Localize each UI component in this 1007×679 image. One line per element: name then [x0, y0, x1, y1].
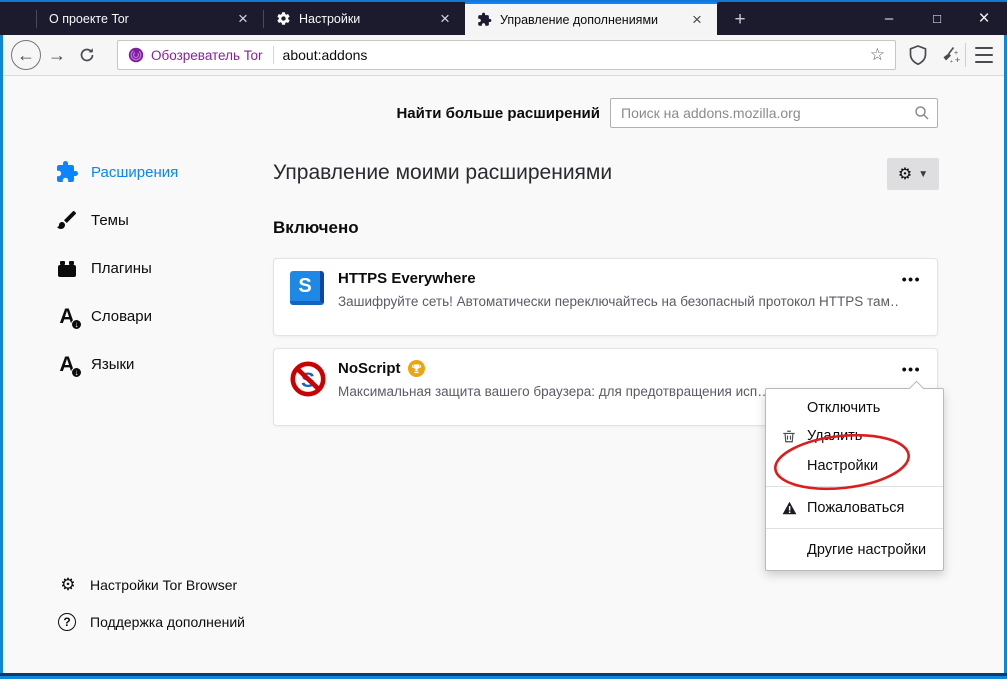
- new-tab-button[interactable]: +: [727, 8, 753, 32]
- https-everywhere-icon: S: [290, 271, 326, 307]
- window-bottom-border: [0, 673, 1007, 679]
- more-options-icon[interactable]: •••: [902, 361, 921, 377]
- forward-button[interactable]: →: [43, 40, 71, 70]
- sidebar-item-label: Языки: [91, 355, 135, 373]
- window-close-button[interactable]: ×: [963, 2, 1005, 35]
- toolbar-separator: [965, 43, 966, 67]
- hamburger-menu-icon[interactable]: [975, 47, 993, 63]
- reload-icon[interactable]: [73, 40, 101, 70]
- addon-context-menu: Отключить Удалить Настройки Пожаловаться…: [765, 380, 944, 571]
- menu-item-label: Настройки: [807, 457, 879, 474]
- recommended-trophy-icon: [407, 360, 425, 377]
- tab-label: О проекте Tor: [49, 11, 129, 26]
- page-title: Управление моими расширениями: [273, 161, 613, 184]
- search-icon: [915, 106, 929, 120]
- url-text[interactable]: about:addons: [283, 47, 860, 63]
- gear-icon: ⚙: [897, 166, 913, 183]
- tools-for-all-addons-button[interactable]: ⚙ ▼: [887, 158, 939, 190]
- addon-name[interactable]: NoScript: [338, 360, 401, 377]
- dictionary-icon: A ↓: [55, 304, 82, 330]
- section-enabled-heading: Включено: [273, 218, 359, 237]
- sidebar-footer-label: Настройки Tor Browser: [90, 577, 238, 593]
- puzzle-icon: [55, 160, 79, 184]
- addons-search-box[interactable]: [610, 98, 938, 128]
- menu-item-report[interactable]: Пожаловаться: [766, 492, 943, 523]
- menu-item-more-settings[interactable]: Другие настройки: [766, 534, 943, 565]
- plugin-brick-icon: [55, 256, 79, 280]
- tab-label: Настройки: [299, 11, 361, 26]
- sidebar-item-tor-settings[interactable]: ⚙ Настройки Tor Browser: [58, 572, 237, 598]
- new-identity-broom-icon[interactable]: + + +: [939, 43, 965, 69]
- tab-close-icon[interactable]: ×: [435, 9, 455, 29]
- addon-card-https-everywhere[interactable]: S HTTPS Everywhere Зашифруйте сеть! Авто…: [273, 258, 938, 336]
- addon-name[interactable]: HTTPS Everywhere: [338, 270, 476, 287]
- chevron-down-icon: ▼: [918, 168, 929, 180]
- addons-search-input[interactable]: [610, 98, 938, 128]
- menu-item-label: Другие настройки: [807, 541, 927, 558]
- tab-close-icon[interactable]: ×: [233, 9, 253, 29]
- sidebar-item-label: Словари: [91, 307, 152, 325]
- site-identity[interactable]: Обозреватель Tor: [118, 41, 273, 69]
- tab-about-tor[interactable]: О проекте Tor ×: [37, 2, 263, 35]
- navigation-toolbar: ← → Обозреватель Tor about:addons ☆ + + …: [3, 35, 1004, 76]
- gear-icon: [277, 12, 290, 25]
- tab-settings[interactable]: Настройки ×: [264, 2, 465, 35]
- sidebar-item-label: Темы: [91, 211, 129, 229]
- browser-window: О проекте Tor × Настройки × Управление д…: [0, 0, 1007, 679]
- more-options-icon[interactable]: •••: [902, 271, 921, 287]
- puzzle-icon: [478, 12, 492, 26]
- menu-item-label: Пожаловаться: [807, 499, 905, 516]
- sidebar-item-extensions[interactable]: Расширения: [55, 157, 178, 187]
- sidebar-item-addons-support[interactable]: ? Поддержка дополнений: [58, 609, 245, 635]
- tab-close-icon[interactable]: ×: [687, 10, 707, 30]
- paintbrush-icon: [55, 208, 79, 232]
- sidebar-item-languages[interactable]: A ↓ Языки: [55, 349, 134, 379]
- menu-item-remove[interactable]: Удалить: [766, 422, 943, 450]
- menu-item-preferences[interactable]: Настройки: [766, 450, 943, 481]
- sidebar-item-plugins[interactable]: Плагины: [55, 253, 152, 283]
- titlebar: О проекте Tor × Настройки × Управление д…: [0, 0, 1007, 35]
- menu-separator: [766, 486, 943, 487]
- trash-icon: [780, 429, 798, 444]
- sidebar-item-dictionaries[interactable]: A ↓ Словари: [55, 301, 152, 331]
- security-shield-icon[interactable]: [906, 43, 932, 69]
- sidebar-footer-label: Поддержка дополнений: [90, 614, 245, 630]
- tor-onion-icon: [128, 47, 144, 63]
- sidebar-item-themes[interactable]: Темы: [55, 205, 129, 235]
- gear-icon: ⚙: [60, 575, 76, 594]
- svg-text:+: +: [955, 55, 960, 65]
- menu-separator: [766, 528, 943, 529]
- maximize-button[interactable]: □: [916, 2, 958, 35]
- tab-label: Управление дополнениями: [500, 12, 659, 27]
- menu-item-disable[interactable]: Отключить: [766, 394, 943, 422]
- find-more-addons-label: Найти больше расширений: [396, 104, 600, 122]
- tab-addons-manager-active[interactable]: Управление дополнениями ×: [465, 2, 717, 35]
- url-bar[interactable]: Обозреватель Tor about:addons ☆: [117, 40, 896, 70]
- sidebar-item-label: Расширения: [91, 163, 179, 181]
- noscript-icon: S: [290, 361, 326, 397]
- addon-description: Зашифруйте сеть! Автоматически переключа…: [338, 294, 898, 309]
- back-button[interactable]: ←: [11, 40, 41, 70]
- menu-item-label: Удалить: [807, 428, 863, 444]
- addons-manager-page: Найти больше расширений Расширения Темы: [3, 76, 1004, 673]
- help-question-icon: ?: [58, 613, 78, 631]
- svg-text:+: +: [950, 59, 953, 65]
- language-icon: A ↓: [55, 352, 82, 378]
- warning-icon: [780, 501, 798, 515]
- minimize-button[interactable]: –: [868, 2, 910, 35]
- identity-label: Обозреватель Tor: [151, 47, 263, 63]
- bookmark-star-icon[interactable]: ☆: [860, 45, 895, 65]
- sidebar-item-label: Плагины: [91, 259, 152, 277]
- url-separator: [272, 46, 274, 64]
- menu-item-label: Отключить: [807, 400, 881, 416]
